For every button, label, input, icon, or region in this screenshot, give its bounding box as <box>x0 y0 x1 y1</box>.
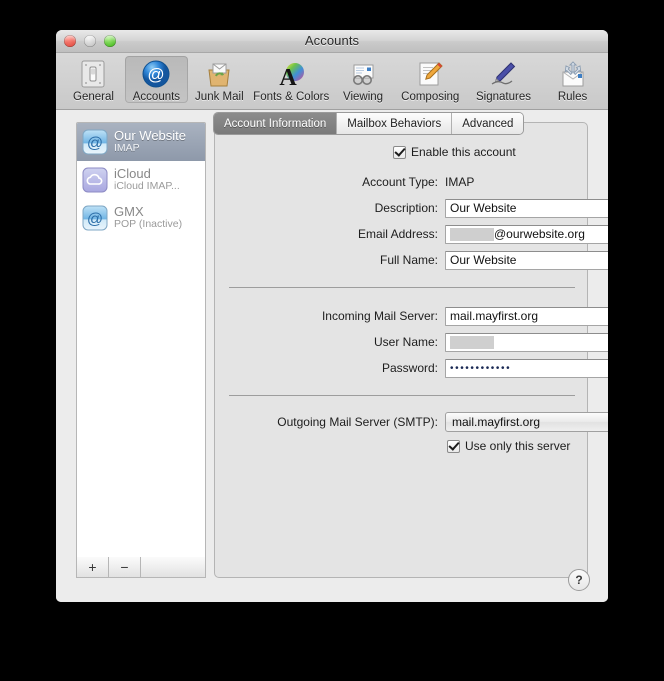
incoming-server-label: Incoming Mail Server: <box>321 309 438 323</box>
enable-account-label: Enable this account <box>411 145 516 159</box>
email-address-row: Email Address: @ourwebsite.org <box>215 224 608 244</box>
account-type-value: IMAP <box>445 175 475 189</box>
toolbar-item-fonts-colors[interactable]: A Fonts & Colors <box>251 56 332 103</box>
account-type-row: Account Type: IMAP <box>215 172 474 192</box>
accounts-preferences-window: Accounts General @ Accounts Junk Mail A … <box>56 30 608 602</box>
toolbar-label-viewing: Viewing <box>343 91 384 103</box>
account-tabs: Account Information Mailbox Behaviors Ad… <box>214 113 524 134</box>
user-name-input[interactable] <box>445 332 608 352</box>
password-label: Password: <box>381 361 438 375</box>
account-row-our-website[interactable]: @ Our Website IMAP <box>77 123 205 161</box>
window-titlebar[interactable]: Accounts <box>56 30 608 53</box>
account-texts: GMX POP (Inactive) <box>114 205 182 231</box>
use-only-this-server-label: Use only this server <box>465 439 571 453</box>
toolbar-item-rules[interactable]: Rules <box>541 56 604 103</box>
incoming-server-input[interactable]: mail.mayfirst.org <box>445 306 608 326</box>
password-input[interactable]: •••••••••••• <box>445 358 608 378</box>
accounts-list-footer: + − <box>76 557 206 578</box>
account-name: iCloud <box>114 166 151 181</box>
user-name-row: User Name: <box>215 332 608 352</box>
description-row: Description: Our Website <box>215 198 608 218</box>
remove-account-button[interactable]: − <box>109 557 141 577</box>
account-subtitle: iCloud IMAP... <box>114 180 180 193</box>
general-switch-icon <box>62 58 125 90</box>
email-address-input[interactable]: @ourwebsite.org <box>445 224 608 244</box>
redacted-user-name <box>450 335 494 349</box>
full-name-label: Full Name: <box>379 253 438 267</box>
password-row: Password: •••••••••••• <box>215 358 608 378</box>
account-name: Our Website <box>114 128 187 143</box>
toolbar-item-general[interactable]: General <box>62 56 125 103</box>
tab-account-information[interactable]: Account Information <box>214 113 338 134</box>
preferences-content: @ Our Website IMAP iCloud iCloud IMAP...… <box>56 110 608 602</box>
toolbar-label-accounts: Accounts <box>132 91 181 103</box>
accounts-at-icon: @ <box>125 58 188 90</box>
tab-advanced[interactable]: Advanced <box>452 113 524 134</box>
footer-spacer <box>141 557 205 577</box>
account-name: GMX <box>114 204 144 219</box>
description-label: Description: <box>374 201 438 215</box>
enable-account-checkbox[interactable] <box>393 145 406 159</box>
full-name-input[interactable]: Our Website <box>445 250 608 270</box>
svg-text:@: @ <box>87 211 103 228</box>
account-row-gmx[interactable]: @ GMX POP (Inactive) <box>77 199 205 237</box>
account-settings-panel: Enable this account Account Type: IMAP D… <box>214 122 608 578</box>
outgoing-server-label: Outgoing Mail Server (SMTP): <box>277 415 438 429</box>
description-input[interactable]: Our Website <box>445 198 608 218</box>
account-texts: Our Website IMAP <box>114 129 186 155</box>
account-type-label: Account Type: <box>362 175 438 189</box>
help-button[interactable]: ? <box>568 569 590 591</box>
account-information-form: Enable this account Account Type: IMAP D… <box>215 123 608 577</box>
preferences-toolbar: General @ Accounts Junk Mail A Fonts & C… <box>56 53 608 110</box>
outgoing-server-select[interactable]: mail.mayfirst.org <box>445 412 608 432</box>
full-name-row: Full Name: Our Website <box>215 250 608 270</box>
redacted-email-user <box>450 227 494 241</box>
viewing-glasses-icon <box>332 58 395 90</box>
icloud-icon <box>82 167 108 193</box>
use-only-this-server-row[interactable]: Use only this server <box>447 439 570 453</box>
toolbar-label-fonts-colors: Fonts & Colors <box>253 91 330 103</box>
email-address-label: Email Address: <box>357 227 438 241</box>
toolbar-label-general: General <box>73 91 114 103</box>
incoming-server-row: Incoming Mail Server: mail.mayfirst.org <box>215 306 608 326</box>
toolbar-label-composing: Composing <box>401 91 460 103</box>
at-mail-icon: @ <box>82 205 108 231</box>
signatures-pen-icon <box>466 58 541 90</box>
user-name-label: User Name: <box>373 335 438 349</box>
rules-arrows-icon <box>541 58 604 90</box>
window-title: Accounts <box>304 33 360 48</box>
svg-text:@: @ <box>87 135 103 152</box>
accounts-list[interactable]: @ Our Website IMAP iCloud iCloud IMAP...… <box>76 122 206 558</box>
toolbar-label-junk-mail: Junk Mail <box>195 91 244 103</box>
toolbar-label-signatures: Signatures <box>476 91 531 103</box>
account-texts: iCloud iCloud IMAP... <box>114 167 180 193</box>
enable-account-row[interactable]: Enable this account <box>393 145 516 159</box>
svg-text:A: A <box>280 65 298 89</box>
at-mail-icon: @ <box>82 129 108 155</box>
svg-text:@: @ <box>148 65 165 84</box>
use-only-this-server-checkbox[interactable] <box>447 439 460 453</box>
account-subtitle: IMAP <box>114 142 140 155</box>
toolbar-item-junk-mail[interactable]: Junk Mail <box>188 56 251 103</box>
form-separator-1 <box>229 287 575 288</box>
add-account-button[interactable]: + <box>77 557 109 577</box>
outgoing-server-row: Outgoing Mail Server (SMTP): mail.mayfir… <box>215 412 608 432</box>
tab-mailbox-behaviors[interactable]: Mailbox Behaviors <box>337 113 453 134</box>
composing-pencil-icon <box>395 58 466 90</box>
form-separator-2 <box>229 395 575 396</box>
account-subtitle: POP (Inactive) <box>114 218 183 231</box>
toolbar-item-signatures[interactable]: Signatures <box>466 56 541 103</box>
password-dots: •••••••••••• <box>450 362 512 374</box>
junk-mail-bag-icon <box>188 58 251 90</box>
fonts-colors-a-icon: A <box>251 58 332 90</box>
email-address-domain: @ourwebsite.org <box>494 227 585 241</box>
toolbar-item-accounts[interactable]: @ Accounts <box>124 56 188 103</box>
toolbar-label-rules: Rules <box>557 91 588 103</box>
toolbar-item-viewing[interactable]: Viewing <box>332 56 395 103</box>
toolbar-item-composing[interactable]: Composing <box>395 56 466 103</box>
account-row-icloud[interactable]: iCloud iCloud IMAP... <box>77 161 205 199</box>
outgoing-server-value: mail.mayfirst.org <box>452 415 541 429</box>
